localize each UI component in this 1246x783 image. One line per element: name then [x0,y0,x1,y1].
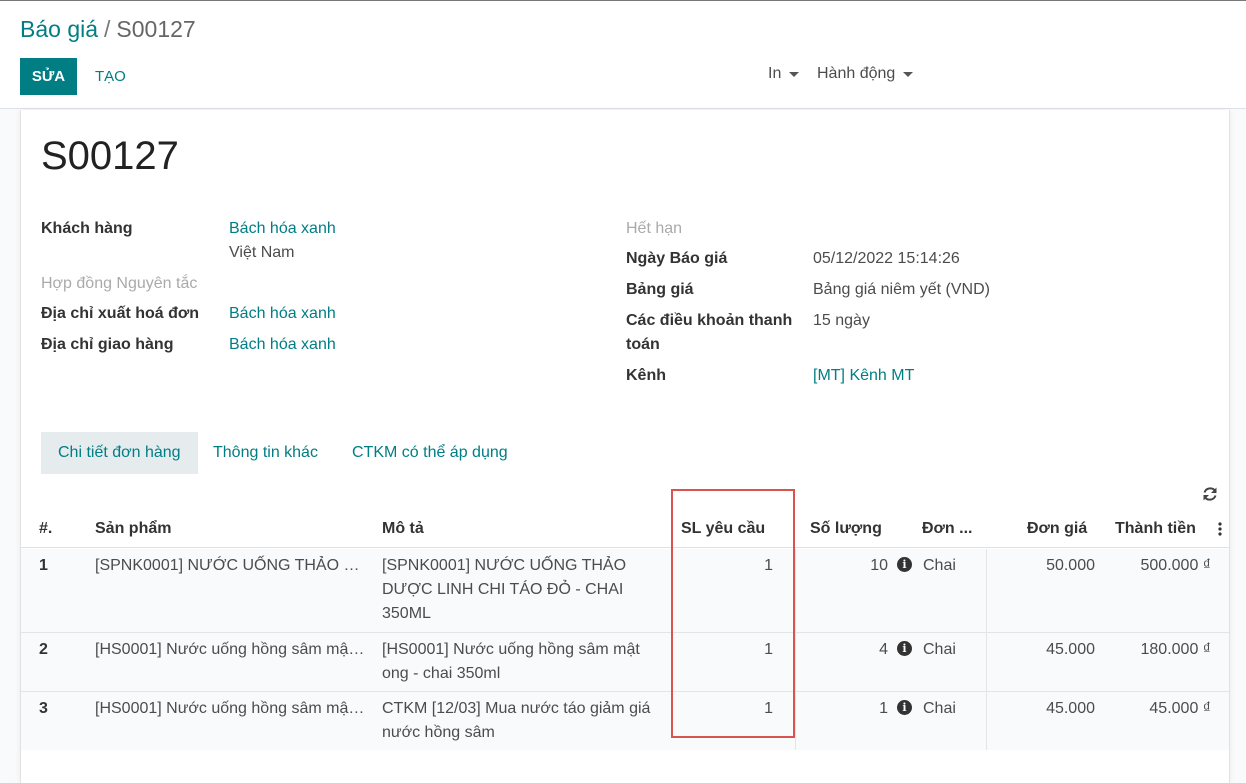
row-subtotal: 45.000 ₫ [1149,700,1211,717]
kebab-menu-icon[interactable] [1218,510,1222,548]
row-unit-price[interactable]: 45.000 [1011,638,1095,662]
action-dropdown[interactable]: Hành động [817,65,914,83]
info-icon[interactable]: i [897,641,912,656]
table-row[interactable]: 3 [HS0001] Nước uống hồng sâm mật ong - … [21,692,1229,750]
invoice-address-label: Địa chỉ xuất hoá đơn [41,305,200,322]
row-qty[interactable]: 10 [811,554,888,578]
breadcrumb-quotations-link[interactable]: Báo giá [20,16,98,42]
tab-other-info[interactable]: Thông tin khác [196,432,335,474]
col-unit-price-header[interactable]: Đơn giá [1027,510,1087,548]
row-description[interactable]: [SPNK0001] NƯỚC UỐNG THẢO DƯỢC LINH CHI … [382,554,672,626]
row-qty[interactable]: 1 [811,697,888,721]
col-description-header[interactable]: Mô tả [382,510,424,548]
create-button[interactable]: TẠO [86,58,135,95]
invoice-address-link[interactable]: Bách hóa xanh [229,302,336,326]
col-uom-header[interactable]: Đơn ... [922,510,972,548]
breadcrumb: Báo giá / S00127 [20,16,196,43]
delivery-address-label: Địa chỉ giao hàng [41,336,174,353]
row-description-line: DƯỢC LINH CHI TÁO ĐỎ - CHAI [382,581,624,598]
payment-terms-label-line1: Các điều khoản thanh [626,312,793,329]
row-description-line: [HS0001] Nước uống hồng sâm mật [382,641,640,658]
row-description-line: 350ML [382,605,431,622]
control-panel: Báo giá / S00127 SỬA TẠO In Hành động [0,1,1246,109]
highlight-box [671,489,795,738]
pricelist-value: Bảng giá niêm yết (VND) [813,281,990,298]
row-uom[interactable]: Chai [923,554,956,578]
col-index-header: #. [39,520,53,537]
edit-button[interactable]: SỬA [20,58,77,95]
refresh-icon[interactable] [1201,485,1219,503]
row-description[interactable]: CTKM [12/03] Mua nước táo giảm giá nước … [382,697,672,745]
payment-terms-label-line2: toán [626,336,660,353]
row-description-line: ong - chai 350ml [382,665,501,682]
tab-promotions[interactable]: CTKM có thể áp dụng [335,432,525,474]
tab-order-lines[interactable]: Chi tiết đơn hàng [41,432,198,474]
column-divider [795,692,796,750]
record-title: S00127 [41,134,179,178]
table-row[interactable]: 1 [SPNK0001] NƯỚC UỐNG THẢO DƯỢC LINH CH… [21,549,1229,633]
caret-down-icon [903,71,914,77]
info-icon[interactable]: i [897,557,912,572]
column-divider [795,549,796,632]
col-product-header[interactable]: Sản phẩm [95,510,171,548]
row-uom[interactable]: Chai [923,697,956,721]
col-subtotal-header[interactable]: Thành tiền [1115,510,1196,548]
breadcrumb-separator: / [104,16,111,42]
column-divider [986,692,987,750]
pricelist-label: Bảng giá [626,281,694,298]
quote-date-label: Ngày Báo giá [626,250,728,267]
row-unit-price[interactable]: 50.000 [1011,554,1095,578]
row-uom[interactable]: Chai [923,638,956,662]
info-icon[interactable]: i [897,700,912,715]
row-description-line: CTKM [12/03] Mua nước táo giảm giá [382,700,651,717]
print-dropdown-label: In [768,65,782,82]
column-divider [986,633,987,691]
customer-label: Khách hàng [41,220,133,237]
payment-terms-label: Các điều khoản thanh toán [626,309,792,357]
column-divider [986,549,987,632]
row-index: 2 [39,641,48,658]
breadcrumb-current: S00127 [116,16,196,42]
payment-terms-value: 15 ngày [813,312,870,329]
contract-label: Hợp đồng Nguyên tắc [41,275,198,292]
delivery-address-link[interactable]: Bách hóa xanh [229,333,336,357]
quote-date-value: 05/12/2022 15:14:26 [813,250,960,267]
row-product[interactable]: [SPNK0001] NƯỚC UỐNG THẢO DƯỢC LINH CHI … [95,554,367,578]
caret-down-icon [789,71,800,77]
row-subtotal: 180.000 ₫ [1140,641,1212,658]
col-qty-header[interactable]: Số lượng [810,510,882,548]
row-unit-price[interactable]: 45.000 [1011,697,1095,721]
row-index: 1 [39,557,48,574]
form-sheet: S00127 Khách hàng Bách hóa xanh Việt Nam… [20,110,1230,783]
action-dropdown-label: Hành động [817,65,896,82]
customer-link[interactable]: Bách hóa xanh [229,217,336,241]
row-description-line: [SPNK0001] NƯỚC UỐNG THẢO [382,557,627,574]
channel-link[interactable]: [MT] Kênh MT [813,364,914,388]
row-subtotal: 500.000 ₫ [1140,557,1212,574]
table-row[interactable]: 2 [HS0001] Nước uống hồng sâm mật ong - … [21,633,1229,692]
channel-label: Kênh [626,367,666,384]
customer-country: Việt Nam [229,244,295,261]
row-index: 3 [39,700,48,717]
row-product[interactable]: [HS0001] Nước uống hồng sâm mật ong - ch… [95,638,367,662]
column-divider [795,633,796,691]
row-description-line: nước hồng sâm [382,724,495,741]
expiry-label: Hết hạn [626,220,683,237]
print-dropdown[interactable]: In [768,65,800,83]
row-qty[interactable]: 4 [811,638,888,662]
row-description[interactable]: [HS0001] Nước uống hồng sâm mật ong - ch… [382,638,672,686]
row-product[interactable]: [HS0001] Nước uống hồng sâm mật ong - ch… [95,697,367,721]
order-lines-header: #. Sản phẩm Mô tả SL yêu cầu Số lượng Đơ… [21,510,1229,548]
